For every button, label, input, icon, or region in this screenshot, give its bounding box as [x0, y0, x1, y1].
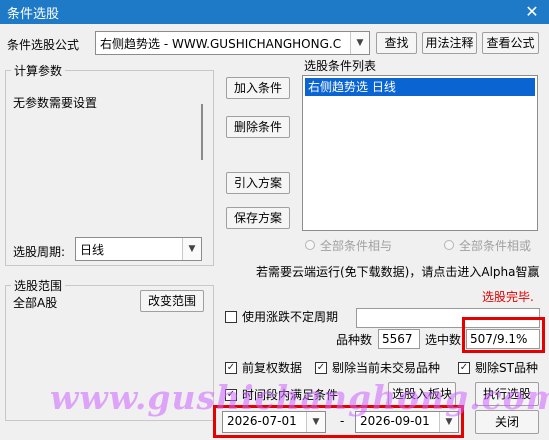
range-title: 选股范围 [11, 277, 66, 294]
import-scheme-button[interactable]: 引入方案 [226, 172, 290, 194]
and-radio-label: 全部条件相与 [320, 239, 393, 253]
add-condition-button[interactable]: 加入条件 [226, 77, 290, 99]
status-text: 选股完毕. [482, 290, 534, 304]
params-message: 无参数需要设置 [13, 96, 98, 110]
fuquan-checkbox[interactable]: ✓ [225, 362, 237, 374]
highlight-box [462, 317, 545, 353]
condition-list[interactable]: 右侧趋势选 日线 [302, 75, 538, 231]
count-label: 品种数 [336, 333, 373, 347]
count-value: 5567 [378, 329, 420, 349]
fuquan-label: 前复权数据 [242, 361, 303, 375]
find-button[interactable]: 查找 [376, 32, 417, 54]
view-formula-button[interactable]: 查看公式 [482, 32, 539, 54]
period-value: 日线 [80, 243, 105, 257]
watermark: www.gushichanghong.com [50, 378, 549, 417]
change-range-button[interactable]: 改变范围 [140, 290, 204, 312]
usage-button[interactable]: 用法注释 [422, 32, 477, 54]
save-scheme-button[interactable]: 保存方案 [226, 207, 290, 229]
delete-condition-button[interactable]: 删除条件 [226, 116, 290, 138]
title-bar: 条件选股 ✕ [0, 0, 549, 24]
cloud-notice[interactable]: 若需要云端运行(免下载数据)，请点击进入Alpha智赢 [256, 263, 539, 280]
params-scrollbar[interactable] [201, 104, 203, 160]
chevron-down-icon[interactable]: ▼ [182, 238, 201, 260]
or-radio[interactable] [444, 240, 454, 250]
period-label: 选股周期: [13, 245, 66, 259]
chevron-down-icon[interactable]: ▼ [350, 32, 369, 54]
formula-select[interactable]: 右侧趋势选 - WWW.GUSHICHANGHONG.C ▼ [95, 31, 370, 55]
list-item[interactable]: 右侧趋势选 日线 [305, 78, 535, 96]
formula-label: 条件选股公式 [7, 38, 80, 52]
and-radio[interactable] [305, 240, 315, 250]
selected-label: 选中数 [425, 333, 462, 347]
period-select[interactable]: 日线 ▼ [75, 237, 202, 261]
exclude-untraded-label: 剔除当前未交易品种 [332, 361, 441, 375]
zhangdie-label: 使用涨跌不定周期 [242, 310, 339, 324]
or-radio-label: 全部条件相或 [459, 239, 532, 253]
exclude-st-checkbox[interactable]: ✓ [458, 362, 470, 374]
close-icon[interactable]: ✕ [523, 3, 541, 21]
exclude-untraded-checkbox[interactable]: ✓ [315, 362, 327, 374]
window-title: 条件选股 [7, 7, 60, 22]
exclude-st-label: 剔除ST品种 [475, 361, 538, 375]
zhangdie-checkbox[interactable] [225, 311, 237, 323]
formula-select-value: 右侧趋势选 - WWW.GUSHICHANGHONG.C [100, 37, 342, 51]
condition-list-title: 选股条件列表 [304, 59, 377, 73]
params-title: 计算参数 [11, 62, 66, 79]
range-value: 全部A股 [13, 296, 58, 310]
